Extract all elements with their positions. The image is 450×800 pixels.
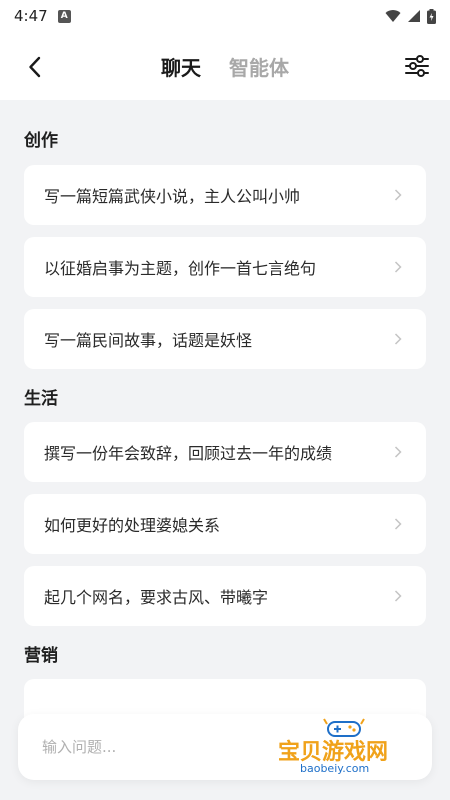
status-bar: 4:47 A	[0, 0, 450, 32]
back-button[interactable]	[20, 52, 50, 82]
prompt-list: 创作 写一篇短篇武侠小说，主人公叫小帅 以征婚启事为主题，创作一首七言绝句 写一…	[0, 100, 450, 800]
battery-icon	[427, 8, 436, 24]
prompt-card[interactable]: 写一篇短篇武侠小说，主人公叫小帅	[24, 165, 426, 225]
chevron-right-icon	[394, 446, 406, 458]
prompt-card[interactable]: 如何更好的处理婆媳关系	[24, 494, 426, 554]
chevron-right-icon	[394, 261, 406, 273]
prompt-card[interactable]: 写一篇民间故事，话题是妖怪	[24, 309, 426, 369]
tab-agents[interactable]: 智能体	[229, 52, 289, 81]
watermark-site: baobeiy.com	[300, 762, 370, 775]
wifi-icon	[385, 10, 401, 22]
settings-button[interactable]	[402, 51, 432, 81]
chevron-right-icon	[394, 189, 406, 201]
prompt-card[interactable]: 以征婚启事为主题，创作一首七言绝句	[24, 237, 426, 297]
chevron-left-icon	[29, 56, 41, 78]
section-title-life: 生活	[24, 389, 58, 409]
prompt-card-label: 撰写一份年会致辞，回顾过去一年的成绩	[44, 444, 333, 463]
prompt-card[interactable]: 撰写一份年会致辞，回顾过去一年的成绩	[24, 422, 426, 482]
chevron-right-icon	[394, 590, 406, 602]
prompt-card[interactable]: 起几个网名，要求古风、带曦字	[24, 566, 426, 626]
tab-chat[interactable]: 聊天	[161, 52, 201, 81]
prompt-card-label: 写一篇民间故事，话题是妖怪	[44, 331, 253, 350]
signal-icon	[408, 10, 420, 22]
tab-bar: 聊天 智能体	[0, 32, 450, 100]
site-watermark: 宝贝游戏网 baobeiy.com	[272, 712, 432, 784]
question-input[interactable]	[42, 738, 272, 756]
section-title-creation: 创作	[24, 131, 58, 151]
status-icons	[385, 8, 436, 24]
chevron-right-icon	[394, 333, 406, 345]
prompt-card-label: 起几个网名，要求古风、带曦字	[44, 588, 269, 607]
prompt-card-label: 如何更好的处理婆媳关系	[44, 516, 221, 535]
status-time: 4:47	[14, 7, 48, 25]
top-app-bar: 聊天 智能体	[0, 32, 450, 100]
sim-badge-icon: A	[57, 9, 71, 23]
sliders-icon	[405, 55, 429, 77]
section-title-marketing: 营销	[24, 646, 58, 666]
prompt-card-label: 写一篇短篇武侠小说，主人公叫小帅	[44, 187, 301, 206]
prompt-card-label: 以征婚启事为主题，创作一首七言绝句	[44, 259, 317, 278]
chevron-right-icon	[394, 518, 406, 530]
